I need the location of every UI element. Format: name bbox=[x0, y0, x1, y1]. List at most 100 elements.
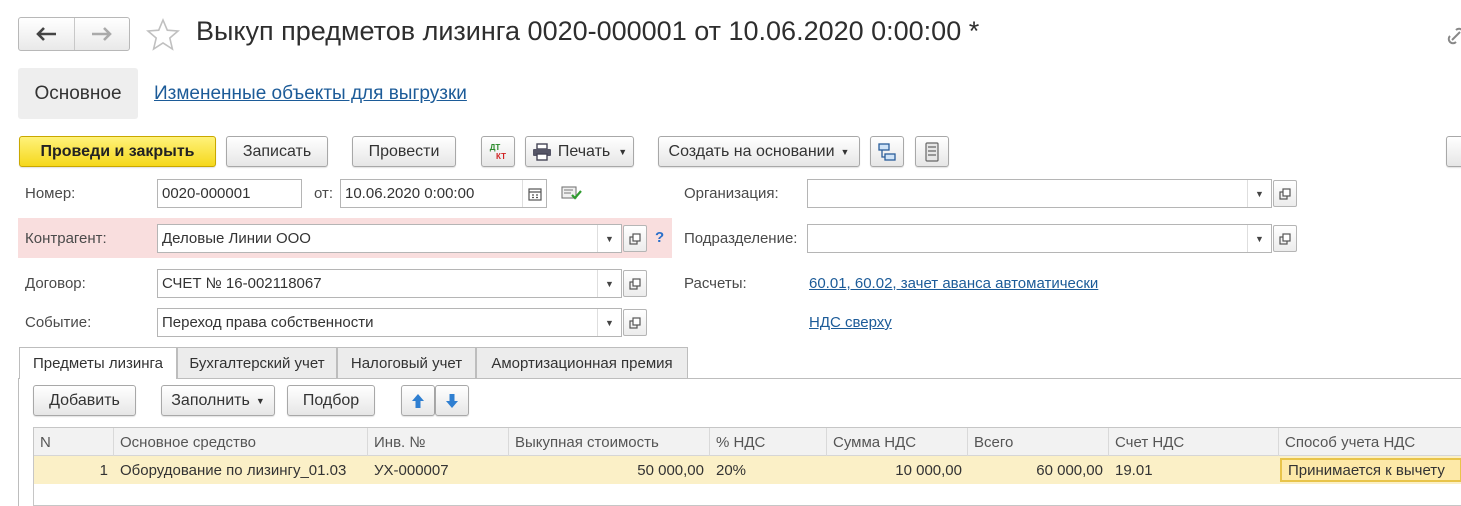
forward-button[interactable] bbox=[75, 18, 130, 50]
vat-link[interactable]: НДС сверху bbox=[809, 314, 892, 331]
event-field[interactable]: Переход права собственности ▼ bbox=[157, 308, 622, 337]
fill-button[interactable]: Заполнить ▼ bbox=[161, 385, 275, 416]
cell-vat-account: 19.01 bbox=[1115, 461, 1153, 479]
cell-n: 1 bbox=[99, 461, 108, 479]
contract-field[interactable]: СЧЕТ № 16-002118067 ▼ bbox=[157, 269, 622, 298]
post-and-close-button[interactable]: Проведи и закрыть bbox=[19, 136, 216, 167]
add-row-button[interactable]: Добавить bbox=[33, 385, 136, 416]
open-icon bbox=[1279, 232, 1291, 245]
move-down-button[interactable] bbox=[435, 385, 469, 416]
table-row[interactable]: 1 Оборудование по лизингу_01.03 УХ-00000… bbox=[34, 456, 1461, 484]
favorite-star-button[interactable] bbox=[145, 17, 181, 53]
cell-vat-rate: 20% bbox=[716, 461, 747, 479]
cell-asset: Оборудование по лизингу_01.03 bbox=[120, 461, 347, 479]
structure-button[interactable] bbox=[870, 136, 904, 167]
cell-price: 50 000,00 bbox=[637, 461, 704, 479]
settlements-link[interactable]: 60.01, 60.02, зачет аванса автоматически bbox=[809, 275, 1098, 292]
chevron-down-icon[interactable]: ▼ bbox=[597, 225, 621, 252]
print-label: Печать bbox=[557, 142, 611, 160]
number-field[interactable]: 0020-000001 bbox=[157, 179, 302, 208]
open-division-button[interactable] bbox=[1273, 225, 1297, 252]
contract-value: СЧЕТ № 16-002118067 bbox=[162, 275, 322, 292]
arrow-right-icon bbox=[91, 27, 112, 41]
event-value: Переход права собственности bbox=[162, 314, 374, 331]
tab-main[interactable]: Основное bbox=[18, 68, 138, 119]
printer-icon bbox=[532, 142, 551, 161]
more-button[interactable] bbox=[1446, 136, 1461, 167]
dt-label: ДТ bbox=[489, 142, 501, 152]
column-header-vat-amount[interactable]: Сумма НДС bbox=[827, 428, 968, 456]
cell-total: 60 000,00 bbox=[1036, 461, 1103, 479]
column-header-n[interactable]: N bbox=[34, 428, 114, 456]
tab-tax-accounting[interactable]: Налоговый учет bbox=[337, 347, 476, 378]
table-header: N Основное средство Инв. № Выкупная стои… bbox=[34, 428, 1461, 456]
cell-inv: УХ-000007 bbox=[374, 461, 449, 479]
counterparty-field[interactable]: Деловые Линии ООО ▼ bbox=[157, 224, 622, 253]
move-up-button[interactable] bbox=[401, 385, 435, 416]
back-button[interactable] bbox=[19, 18, 75, 50]
chevron-down-icon[interactable]: ▼ bbox=[597, 309, 621, 336]
chevron-down-icon[interactable]: ▼ bbox=[597, 270, 621, 297]
column-header-price[interactable]: Выкупная стоимость bbox=[509, 428, 710, 456]
division-label: Подразделение: bbox=[684, 230, 798, 247]
column-header-total[interactable]: Всего bbox=[968, 428, 1109, 456]
create-based-on-button[interactable]: Создать на основании ▼ bbox=[658, 136, 860, 167]
date-field[interactable]: 10.06.2020 0:00:00 bbox=[340, 179, 547, 208]
create-based-on-label: Создать на основании bbox=[668, 142, 835, 160]
cell-vat-method[interactable]: Принимается к вычету bbox=[1280, 458, 1461, 482]
counterparty-label: Контрагент: bbox=[25, 230, 107, 247]
organization-label: Организация: bbox=[684, 185, 779, 202]
open-event-button[interactable] bbox=[623, 309, 647, 336]
number-label: Номер: bbox=[25, 185, 76, 202]
open-icon bbox=[629, 277, 641, 290]
tab-accounting[interactable]: Бухгалтерский учет bbox=[177, 347, 337, 378]
star-icon bbox=[146, 17, 180, 51]
journal-button[interactable] bbox=[915, 136, 949, 167]
hierarchy-icon bbox=[878, 142, 896, 161]
arrow-up-icon bbox=[412, 393, 424, 408]
open-counterparty-button[interactable] bbox=[623, 225, 647, 252]
chevron-down-icon[interactable]: ▼ bbox=[1247, 180, 1271, 207]
calendar-icon[interactable] bbox=[522, 180, 546, 207]
chevron-down-icon[interactable]: ▼ bbox=[1247, 225, 1271, 252]
column-header-vat-rate[interactable]: % НДС bbox=[710, 428, 827, 456]
tab-panel-left-border bbox=[18, 378, 19, 506]
open-icon bbox=[629, 316, 641, 329]
tab-depreciation-bonus[interactable]: Амортизационная премия bbox=[476, 347, 688, 378]
save-button[interactable]: Записать bbox=[226, 136, 328, 167]
dt-kt-button[interactable]: ДТ КТ bbox=[481, 136, 515, 167]
selection-button[interactable]: Подбор bbox=[287, 385, 375, 416]
counterparty-value: Деловые Линии ООО bbox=[162, 230, 311, 247]
status-check-icon bbox=[561, 185, 583, 201]
print-button[interactable]: Печать ▼ bbox=[525, 136, 634, 167]
open-icon bbox=[1279, 187, 1291, 200]
date-value: 10.06.2020 0:00:00 bbox=[345, 185, 475, 202]
open-icon bbox=[629, 232, 641, 245]
list-icon bbox=[925, 141, 939, 162]
column-header-vat-account[interactable]: Счет НДС bbox=[1109, 428, 1279, 456]
cell-vat-amount: 10 000,00 bbox=[895, 461, 962, 479]
tab-leasing-items[interactable]: Предметы лизинга bbox=[19, 347, 177, 379]
link-icon[interactable] bbox=[1446, 26, 1461, 46]
leasing-items-table: N Основное средство Инв. № Выкупная стои… bbox=[33, 427, 1461, 506]
arrow-down-icon bbox=[446, 393, 458, 408]
date-label: от: bbox=[314, 185, 334, 202]
organization-field[interactable]: ▼ bbox=[807, 179, 1272, 208]
page-title: Выкуп предметов лизинга 0020-000001 от 1… bbox=[196, 16, 980, 46]
post-button[interactable]: Провести bbox=[352, 136, 456, 167]
division-field[interactable]: ▼ bbox=[807, 224, 1272, 253]
changed-objects-link[interactable]: Измененные объекты для выгрузки bbox=[154, 83, 467, 105]
column-header-asset[interactable]: Основное средство bbox=[114, 428, 368, 456]
event-label: Событие: bbox=[25, 314, 92, 331]
arrow-left-icon bbox=[36, 27, 57, 41]
contract-label: Договор: bbox=[25, 275, 86, 292]
column-header-vat-method[interactable]: Способ учета НДС bbox=[1279, 428, 1461, 456]
help-icon[interactable]: ? bbox=[655, 229, 664, 246]
nav-buttons bbox=[18, 17, 130, 51]
fill-label: Заполнить bbox=[171, 391, 250, 409]
chevron-down-icon: ▼ bbox=[840, 146, 850, 157]
number-value: 0020-000001 bbox=[162, 185, 251, 202]
open-organization-button[interactable] bbox=[1273, 180, 1297, 207]
column-header-inv[interactable]: Инв. № bbox=[368, 428, 509, 456]
open-contract-button[interactable] bbox=[623, 270, 647, 297]
